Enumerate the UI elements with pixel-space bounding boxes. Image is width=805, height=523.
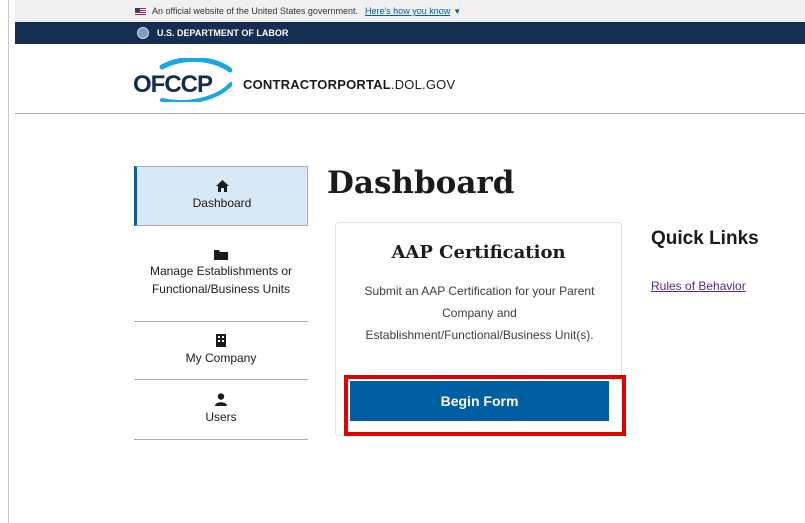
sidebar-item-manage-establishments[interactable]: Manage Establishments or Functional/Busi… [134, 226, 308, 322]
sidebar-item-label: Users [205, 410, 237, 424]
card-description: Submit an AAP Certification for your Par… [364, 284, 595, 342]
dol-seal-icon [137, 27, 149, 39]
sidebar-item-label: Manage Establishments or Functional/Busi… [149, 264, 293, 296]
agency-name[interactable]: U.S. DEPARTMENT OF LABOR [157, 28, 288, 38]
svg-text:OFCCP: OFCCP [133, 71, 213, 98]
site-name[interactable]: CONTRACTORPORTAL.DOL.GOV [243, 77, 455, 92]
sidebar-item-dashboard[interactable]: Dashboard [134, 166, 308, 226]
gov-banner-text: An official website of the United States… [152, 6, 358, 16]
site-name-bold: CONTRACTORPORTAL [243, 77, 391, 92]
heres-how-you-know-link[interactable]: Here's how you know [365, 6, 450, 16]
sidebar-item-users[interactable]: Users [134, 380, 308, 440]
agency-bar: U.S. DEPARTMENT OF LABOR [15, 22, 805, 44]
sidebar-nav: Dashboard Manage Establishments or Funct… [134, 166, 308, 440]
site-name-suffix: .DOL.GOV [390, 77, 456, 92]
sidebar-item-my-company[interactable]: My Company [134, 322, 308, 380]
page-title: Dashboard [327, 165, 515, 201]
sidebar-item-label: Dashboard [192, 196, 252, 210]
sidebar-item-label: My Company [185, 351, 257, 365]
folder-icon [214, 249, 228, 260]
site-header: OFCCP CONTRACTORPORTAL.DOL.GOV [15, 44, 805, 114]
card-title: AAP Certification [391, 242, 566, 263]
chevron-down-icon[interactable]: ▼ [453, 7, 461, 16]
begin-form-button[interactable]: Begin Form [350, 381, 609, 421]
building-icon [216, 334, 226, 347]
ofccp-logo[interactable]: OFCCP [132, 56, 233, 105]
rules-of-behavior-link[interactable]: Rules of Behavior [651, 279, 746, 293]
page-frame-edge [8, 0, 9, 523]
user-icon [215, 393, 227, 406]
gov-banner: An official website of the United States… [15, 0, 805, 22]
ofccp-logo-graphic: OFCCP [133, 56, 233, 105]
us-flag-icon [135, 7, 146, 15]
home-icon [215, 180, 229, 192]
quick-links-title: Quick Links [651, 228, 759, 249]
